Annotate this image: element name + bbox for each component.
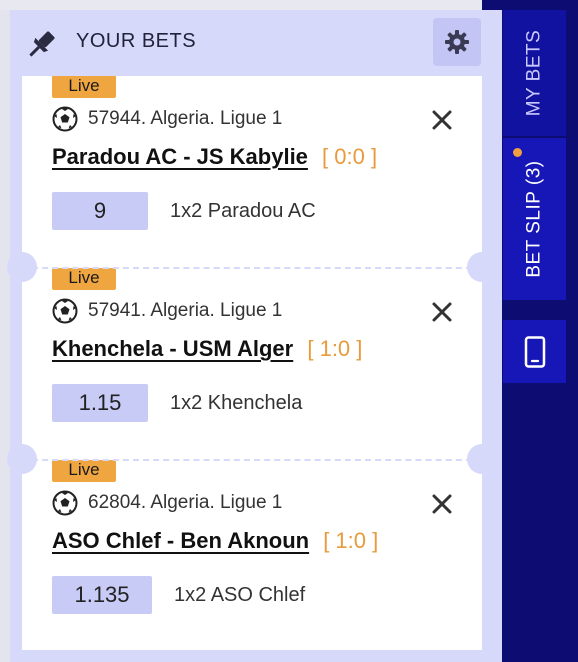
tab-bet-slip-label: BET SLIP (3)	[523, 160, 545, 278]
soccer-ball-icon	[52, 298, 78, 324]
live-badge: Live	[52, 268, 116, 290]
mobile-view-button[interactable]	[503, 320, 566, 383]
ticket-notch	[467, 252, 497, 282]
league-info: 57944. Algeria. Ligue 1	[52, 106, 282, 132]
match-teams[interactable]: Khenchela - USM Alger	[52, 336, 293, 361]
soccer-ball-icon	[52, 106, 78, 132]
bet-pick: 1x2 ASO Chlef	[174, 584, 306, 606]
league-label: 57944. Algeria. Ligue 1	[88, 108, 283, 129]
background-top	[0, 0, 500, 10]
odds-value[interactable]: 1.15	[52, 384, 148, 422]
match-teams[interactable]: ASO Chlef - Ben Aknoun	[52, 528, 309, 553]
background-left	[0, 0, 10, 662]
settings-button[interactable]	[433, 18, 481, 66]
close-icon[interactable]	[430, 492, 454, 516]
bets-panel: YOUR BETS Live 57944. Algeria. Ligue 1 P…	[7, 10, 502, 662]
close-icon[interactable]	[430, 300, 454, 324]
match-teams[interactable]: Paradou AC - JS Kabylie	[52, 144, 308, 169]
live-badge: Live	[52, 460, 116, 482]
card-divider	[22, 267, 482, 269]
odds-value[interactable]: 1.135	[52, 576, 152, 614]
league-info: 62804. Algeria. Ligue 1	[52, 490, 282, 516]
tab-my-bets-label: MY BETS	[523, 29, 545, 117]
match-score: [ 1:0 ]	[323, 528, 379, 553]
league-label: 57941. Algeria. Ligue 1	[88, 300, 283, 321]
ticket-notch	[467, 444, 497, 474]
match-title[interactable]: ASO Chlef - Ben Aknoun [ 1:0 ]	[52, 528, 378, 554]
ticket-notch	[7, 444, 37, 474]
ticket-notch	[7, 252, 37, 282]
live-badge: Live	[52, 76, 116, 98]
close-icon[interactable]	[430, 108, 454, 132]
bet-card: Live 57941. Algeria. Ligue 1 Khenchela -…	[22, 268, 482, 460]
card-divider	[22, 459, 482, 461]
soccer-ball-icon	[52, 490, 78, 516]
match-score: [ 1:0 ]	[307, 336, 363, 361]
league-label: 62804. Algeria. Ligue 1	[88, 492, 283, 513]
tab-my-bets[interactable]: MY BETS	[503, 10, 566, 136]
match-title[interactable]: Khenchela - USM Alger [ 1:0 ]	[52, 336, 362, 362]
panel-title: YOUR BETS	[76, 30, 197, 52]
league-info: 57941. Algeria. Ligue 1	[52, 298, 282, 324]
gear-icon	[445, 30, 469, 54]
odds-value[interactable]: 9	[52, 192, 148, 230]
tab-bet-slip[interactable]: BET SLIP (3)	[503, 138, 566, 300]
panel-header: YOUR BETS	[10, 10, 502, 76]
match-score: [ 0:0 ]	[322, 144, 378, 169]
bet-pick: 1x2 Paradou AC	[170, 200, 316, 222]
notification-dot	[513, 148, 522, 157]
mobile-device-icon	[524, 335, 545, 368]
pin-icon[interactable]	[24, 28, 58, 62]
bet-card: Live 62804. Algeria. Ligue 1 ASO Chlef -…	[22, 460, 482, 650]
bet-card: Live 57944. Algeria. Ligue 1 Paradou AC …	[22, 76, 482, 268]
bet-pick: 1x2 Khenchela	[170, 392, 303, 414]
match-title[interactable]: Paradou AC - JS Kabylie [ 0:0 ]	[52, 144, 377, 170]
